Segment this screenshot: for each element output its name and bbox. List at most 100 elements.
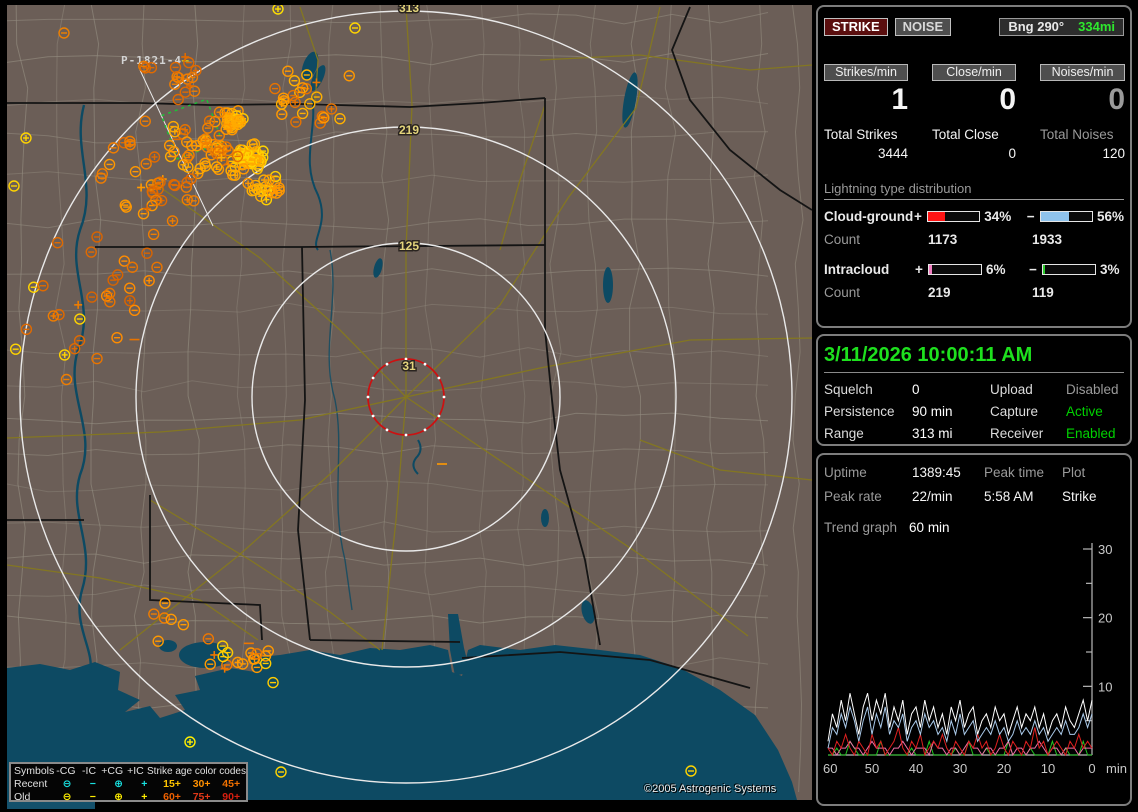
ic-negative-bar xyxy=(1042,264,1096,275)
uptime-value: 1389:45 xyxy=(912,465,961,480)
peak-time-value: 5:58 AM xyxy=(984,489,1034,504)
legend-symbol-icon: − xyxy=(89,791,96,803)
map-svg: 31321912531P-1821-4– xyxy=(7,5,812,809)
trend-graph-label: Trend graph xyxy=(824,520,898,535)
total-noises-value: 120 xyxy=(1102,146,1125,161)
noises-per-min-button[interactable]: Noises/min xyxy=(1040,64,1125,81)
ic-positive-pct: 6% xyxy=(986,262,1006,277)
intracloud-label: Intracloud xyxy=(824,262,890,277)
legend-col-neg-cg: -CG xyxy=(56,765,76,777)
cg-negative-count: 1933 xyxy=(1032,232,1063,247)
squelch-value: 0 xyxy=(912,382,920,397)
cg-positive-bar xyxy=(926,211,981,222)
ic-positive-count: 219 xyxy=(928,285,951,300)
strikes-per-min-col: Strikes/min 1 Total Strikes 3444 xyxy=(824,64,908,161)
legend-age-code: 15+ xyxy=(163,778,181,790)
legend-age-header: Strike age color codes xyxy=(147,766,246,777)
total-strikes-value: 3444 xyxy=(877,146,908,161)
lightning-distribution: Lightning type distribution Cloud-ground… xyxy=(824,181,1124,300)
minus-sign: − xyxy=(1026,209,1035,224)
svg-text:10: 10 xyxy=(1098,679,1112,694)
svg-text:30: 30 xyxy=(1098,542,1112,557)
svg-text:30: 30 xyxy=(953,761,967,776)
count-label: Count xyxy=(824,232,861,247)
strike-legend: Symbols -CG -IC +CG +IC Strike age color… xyxy=(9,762,248,804)
noises-per-min-value: 0 xyxy=(1108,83,1125,116)
minus-sign: − xyxy=(1029,262,1037,277)
status-panel: 3/11/2026 10:00:11 AM Squelch 0 Upload D… xyxy=(816,334,1132,446)
cg-positive-count: 1173 xyxy=(928,232,958,247)
uptime-label: Uptime xyxy=(824,465,867,480)
capture-status: Active xyxy=(1066,404,1103,419)
legend-header-row: Symbols -CG -IC +CG +IC Strike age color… xyxy=(14,765,246,778)
svg-text:50: 50 xyxy=(865,761,879,776)
upload-label: Upload xyxy=(990,382,1033,397)
legend-age-code: 90+ xyxy=(222,791,241,803)
distribution-title: Lightning type distribution xyxy=(824,181,1124,200)
plus-sign: + xyxy=(913,209,922,224)
trend-graph-row: Trend graph 60 min xyxy=(824,520,1124,535)
strikes-per-min-button[interactable]: Strikes/min xyxy=(824,64,908,81)
total-close-value: 0 xyxy=(1008,146,1016,161)
legend-symbol-icon: ⊖ xyxy=(62,791,72,803)
app-window: { "sidebar": { "strike": "STRIKE", "nois… xyxy=(0,0,1138,812)
copyright-text: ©2005 Astrogenic Systems xyxy=(644,783,777,795)
legend-col-pos-cg: +CG xyxy=(101,765,124,777)
svg-text:20: 20 xyxy=(997,761,1011,776)
range-value: 313 mi xyxy=(912,426,953,441)
total-close-label: Total Close xyxy=(932,127,999,142)
cloud-ground-row: Cloud-ground + 34% − 56% xyxy=(824,209,1124,224)
stats-grid: Uptime 1389:45 Peak time Plot Peak rate … xyxy=(824,465,1124,504)
noise-mode-button[interactable]: NOISE xyxy=(894,18,952,36)
range-label: Range xyxy=(824,426,864,441)
trend-graph: 10 20 30 60 50 40 30 20 10 0 min xyxy=(823,542,1127,776)
legend-symbol-icon: + xyxy=(141,791,148,803)
legend-col-pos-ic: +IC xyxy=(127,765,144,777)
ic-negative-count: 119 xyxy=(1032,285,1054,300)
settings-grid: Squelch 0 Upload Disabled Persistence 90… xyxy=(824,382,1124,441)
plot-label: Plot xyxy=(1062,465,1086,480)
legend-symbols-label: Symbols xyxy=(14,765,55,777)
legend-symbol-icon: ⊖ xyxy=(62,778,72,790)
svg-text:219: 219 xyxy=(399,123,419,137)
trend-panel: Uptime 1389:45 Peak time Plot Peak rate … xyxy=(816,453,1132,806)
upload-status: Disabled xyxy=(1066,382,1119,397)
bearing-readout: Bng 290° 334mi xyxy=(999,18,1124,36)
legend-row-recent: Recent ⊖ − ⊕ +15+ 30+ 45+ xyxy=(14,778,246,791)
map-canvas[interactable]: 313 219 125 31 P-1821-4– xyxy=(0,0,812,812)
legend-age-code: 45+ xyxy=(222,778,241,790)
total-noises-label: Total Noises xyxy=(1040,127,1114,142)
receiver-status: Enabled xyxy=(1066,426,1116,441)
svg-text:31: 31 xyxy=(402,359,416,373)
plus-sign: + xyxy=(915,262,923,277)
persistence-label: Persistence xyxy=(824,404,895,419)
trend-graph-window: 60 min xyxy=(909,520,950,535)
legend-rows: Recent ⊖ − ⊕ +15+ 30+ 45+ Old ⊖ − ⊕ +60+ 75+ 90+ xyxy=(14,778,246,804)
legend-age-code: 75+ xyxy=(192,791,211,803)
legend-row-label: Recent xyxy=(14,778,48,790)
ic-negative-pct: 3% xyxy=(1100,262,1120,277)
svg-text:20: 20 xyxy=(1098,611,1112,626)
bearing-distance: 334mi xyxy=(1078,19,1115,34)
squelch-label: Squelch xyxy=(824,382,873,397)
persistence-value: 90 min xyxy=(912,404,953,419)
legend-row-label: Old xyxy=(14,791,31,803)
mode-row: STRIKE NOISE Bng 290° 334mi xyxy=(824,18,1124,36)
legend-age-code: 30+ xyxy=(192,778,211,790)
date-time: 3/11/2026 10:00:11 AM xyxy=(824,344,1124,373)
svg-text:10: 10 xyxy=(1041,761,1055,776)
intracloud-row: Intracloud + 6% − 3% xyxy=(824,262,1124,277)
cloud-ground-label: Cloud-ground xyxy=(824,209,914,224)
intracloud-count-row: Count 219 119 xyxy=(824,285,1124,300)
strike-mode-button[interactable]: STRIKE xyxy=(824,18,888,36)
bearing-label: Bng 290° xyxy=(1008,19,1065,34)
close-per-min-button[interactable]: Close/min xyxy=(932,64,1016,81)
capture-label: Capture xyxy=(990,404,1039,419)
strikes-per-min-value: 1 xyxy=(891,83,908,116)
svg-text:0: 0 xyxy=(1088,761,1095,776)
ic-positive-bar xyxy=(928,264,982,275)
cg-positive-pct: 34% xyxy=(984,209,1012,224)
plot-mode-value: Strike xyxy=(1062,489,1097,504)
noises-per-min-col: Noises/min 0 Total Noises 120 xyxy=(1040,64,1125,161)
rate-counters: Strikes/min 1 Total Strikes 3444 Close/m… xyxy=(818,64,1130,161)
